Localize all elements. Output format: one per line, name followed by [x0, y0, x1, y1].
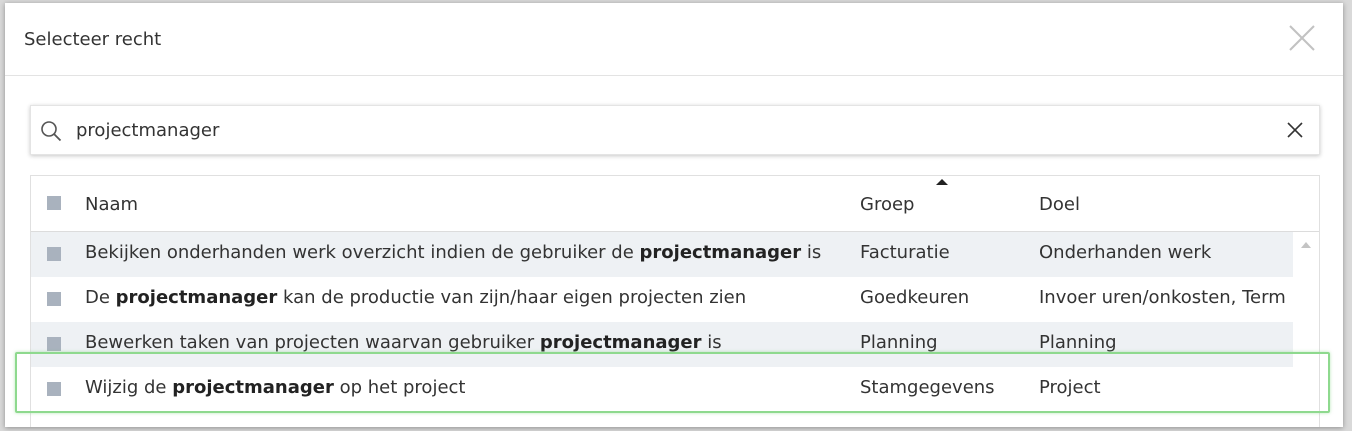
- column-header-groep[interactable]: Groep: [860, 194, 914, 215]
- table-row[interactable]: De projectmanager kan de productie van z…: [31, 277, 1293, 322]
- table-row[interactable]: Wijzig de projectmanager op het project …: [31, 367, 1293, 412]
- cell-doel: Planning: [1039, 332, 1117, 353]
- clear-search-button[interactable]: [1287, 122, 1303, 138]
- row-checkbox[interactable]: [47, 382, 61, 396]
- column-header-naam[interactable]: Naam: [85, 194, 138, 215]
- dialog-title: Selecteer recht: [24, 29, 162, 50]
- close-icon: [1289, 25, 1315, 51]
- cell-groep: Goedkeuren: [860, 287, 970, 308]
- permissions-table: Naam Groep Doel Bekijken onderhanden wer…: [30, 175, 1320, 427]
- cell-groep: Stamgegevens: [860, 377, 995, 398]
- cell-naam: De projectmanager kan de productie van z…: [85, 287, 747, 308]
- table-header: Naam Groep Doel: [31, 176, 1319, 232]
- select-all-checkbox[interactable]: [47, 196, 61, 210]
- cell-naam: Bewerken taken van projecten waarvan geb…: [85, 332, 722, 353]
- table-scrollbar[interactable]: [1294, 232, 1319, 427]
- row-checkbox[interactable]: [47, 292, 61, 306]
- cell-naam: Wijzig de projectmanager op het project: [85, 377, 466, 398]
- row-checkbox[interactable]: [47, 337, 61, 351]
- cell-doel: Onderhanden werk: [1039, 242, 1212, 263]
- table-row[interactable]: Bekijken onderhanden werk overzicht indi…: [31, 232, 1293, 277]
- clear-search-icon: [1287, 122, 1303, 138]
- scroll-up-arrow-icon[interactable]: [1301, 242, 1311, 248]
- cell-groep: Facturatie: [860, 242, 950, 263]
- search-input[interactable]: [76, 114, 1256, 146]
- dialog-header: Selecteer recht: [5, 3, 1343, 76]
- sort-ascending-icon: [936, 179, 948, 185]
- cell-groep: Planning: [860, 332, 938, 353]
- select-permission-dialog: Selecteer recht Naam Groep Doel: [5, 3, 1343, 427]
- search-icon: [41, 121, 62, 142]
- cell-doel: Invoer uren/onkosten, Term: [1039, 287, 1286, 308]
- table-body: Bekijken onderhanden werk overzicht indi…: [31, 232, 1293, 427]
- column-header-doel[interactable]: Doel: [1039, 194, 1080, 215]
- close-button[interactable]: [1287, 23, 1317, 53]
- cell-doel: Project: [1039, 377, 1101, 398]
- table-row[interactable]: Bewerken taken van projecten waarvan geb…: [31, 322, 1293, 367]
- search-box: [30, 105, 1320, 155]
- row-checkbox[interactable]: [47, 247, 61, 261]
- cell-naam: Bekijken onderhanden werk overzicht indi…: [85, 242, 822, 263]
